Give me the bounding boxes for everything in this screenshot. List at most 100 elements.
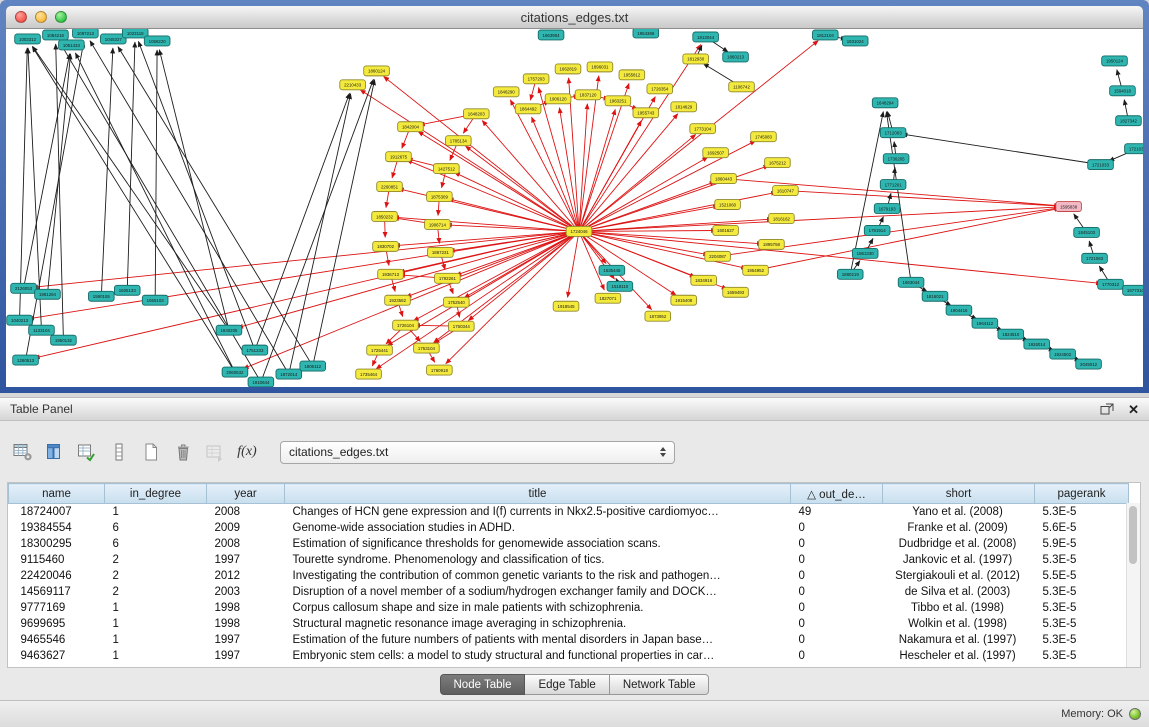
network-node[interactable]: 1760918: [427, 365, 453, 375]
table-cell[interactable]: 0: [791, 520, 883, 536]
network-node[interactable]: 2126053: [11, 283, 37, 293]
network-node[interactable]: 1760344: [449, 321, 475, 331]
network-node[interactable]: 1846290: [493, 87, 519, 97]
export-table-icon[interactable]: [74, 439, 100, 465]
network-node[interactable]: 1867231: [428, 247, 454, 257]
network-node[interactable]: 1896031: [587, 62, 613, 72]
network-node[interactable]: 2260851: [377, 182, 403, 192]
row-selection-icon[interactable]: [106, 439, 132, 465]
network-node[interactable]: 1752540: [444, 297, 470, 307]
table-cell[interactable]: 9115460: [9, 552, 105, 568]
table-cell[interactable]: 49: [791, 504, 883, 521]
network-node[interactable]: 1648294: [872, 98, 898, 108]
network-node[interactable]: 1816162: [769, 213, 795, 223]
network-node[interactable]: 1726354: [647, 84, 673, 94]
table-cell[interactable]: 2009: [207, 520, 285, 536]
table-cell[interactable]: 5.3E-5: [1035, 504, 1129, 521]
tab-network-table[interactable]: Network Table: [610, 674, 710, 695]
table-cell[interactable]: Tibbo et al. (1998): [883, 600, 1035, 616]
network-node[interactable]: 1677310: [1123, 285, 1143, 295]
tab-node-table[interactable]: Node Table: [440, 674, 526, 695]
network-node[interactable]: 1964112: [972, 318, 998, 328]
network-node[interactable]: 1824510: [998, 329, 1024, 339]
table-cell[interactable]: 5.3E-5: [1035, 552, 1129, 568]
network-node[interactable]: 2204087: [705, 251, 731, 261]
table-cell[interactable]: Stergiakouli et al. (2012): [883, 568, 1035, 584]
table-cell[interactable]: 5.3E-5: [1035, 648, 1129, 664]
table-cell[interactable]: 0: [791, 648, 883, 664]
table-cell[interactable]: 6: [105, 536, 207, 552]
network-node[interactable]: 1753104: [414, 343, 440, 353]
float-panel-icon[interactable]: [1100, 403, 1114, 415]
table-cell[interactable]: Dudbridge et al. (2008): [883, 536, 1035, 552]
column-header-out-de[interactable]: △ out_de…: [791, 484, 883, 504]
table-scrollbar[interactable]: [1126, 503, 1140, 667]
table-cell[interactable]: Estimation of significance thresholds fo…: [285, 536, 791, 552]
table-cell[interactable]: Disruption of a novel member of a sodium…: [285, 584, 791, 600]
network-node[interactable]: 1601627: [713, 225, 739, 235]
network-node[interactable]: 1950124: [1102, 56, 1128, 66]
network-node[interactable]: 1692507: [703, 148, 729, 158]
network-node[interactable]: 1850232: [372, 211, 398, 221]
table-cell[interactable]: 5.9E-5: [1035, 536, 1129, 552]
network-node[interactable]: 1906120: [545, 94, 571, 104]
table-cell[interactable]: 1: [105, 504, 207, 521]
network-node[interactable]: 1003312: [15, 34, 41, 44]
table-cell[interactable]: de Silva et al. (2003): [883, 584, 1035, 600]
network-node[interactable]: 1590155: [89, 291, 115, 301]
table-cell[interactable]: 22420046: [9, 568, 105, 584]
network-node[interactable]: 1535445: [599, 265, 625, 275]
network-node[interactable]: 2045012: [1076, 359, 1102, 369]
network-node[interactable]: 1655103: [142, 295, 168, 305]
network-node[interactable]: 1923582: [385, 295, 411, 305]
table-panel-header[interactable]: Table Panel ✕: [0, 398, 1149, 421]
network-node[interactable]: 1955812: [619, 70, 645, 80]
network-node[interactable]: 1864492: [515, 104, 541, 114]
network-node[interactable]: 1814629: [671, 102, 697, 112]
network-node[interactable]: 1736205: [883, 154, 909, 164]
table-row[interactable]: 969969511998Structural magnetic resonanc…: [9, 616, 1129, 632]
network-node[interactable]: 1910644: [248, 377, 274, 387]
network-node[interactable]: 1679193: [874, 204, 900, 214]
network-node[interactable]: 1842004: [398, 122, 424, 132]
network-node[interactable]: 1860443: [711, 174, 737, 184]
network-node[interactable]: 1792261: [435, 273, 461, 283]
network-node[interactable]: 1926014: [1024, 339, 1050, 349]
network-node[interactable]: 1773104: [690, 124, 716, 134]
network-node[interactable]: 1648203: [463, 109, 489, 119]
network-node[interactable]: 1955743: [633, 108, 659, 118]
table-cell[interactable]: 19384554: [9, 520, 105, 536]
table-row[interactable]: 2242004622012Investigating the contribut…: [9, 568, 1129, 584]
table-cell[interactable]: 5.5E-5: [1035, 568, 1129, 584]
network-node[interactable]: 1880219: [837, 269, 863, 279]
table-cell[interactable]: Nakamura et al. (1997): [883, 632, 1035, 648]
table-cell[interactable]: 6: [105, 520, 207, 536]
network-file-select[interactable]: citations_edges.txt: [280, 441, 675, 464]
network-node[interactable]: 1735464: [356, 369, 382, 379]
network-node[interactable]: 1260513: [13, 355, 39, 365]
table-cell[interactable]: 5.3E-5: [1035, 584, 1129, 600]
column-header-short[interactable]: short: [883, 484, 1035, 504]
network-node[interactable]: 1724046: [566, 226, 592, 236]
table-cell[interactable]: Investigating the contribution of common…: [285, 568, 791, 584]
table-cell[interactable]: 1: [105, 600, 207, 616]
table-cell[interactable]: 1: [105, 632, 207, 648]
network-node[interactable]: 1040213: [7, 315, 33, 325]
network-node[interactable]: 1721033: [1088, 160, 1114, 170]
table-row[interactable]: 946362711997Embryonic stem cells: a mode…: [9, 648, 1129, 664]
close-panel-icon[interactable]: ✕: [1128, 403, 1139, 416]
table-cell[interactable]: 0: [791, 632, 883, 648]
network-node[interactable]: 1872014: [276, 369, 302, 379]
table-cell[interactable]: 9465546: [9, 632, 105, 648]
network-node[interactable]: 1675212: [765, 158, 791, 168]
table-cell[interactable]: 1997: [207, 632, 285, 648]
network-node[interactable]: 1725441: [367, 345, 393, 355]
network-node[interactable]: 1812930: [683, 54, 709, 64]
network-node[interactable]: 1427512: [434, 164, 460, 174]
network-node[interactable]: 1097213: [73, 29, 99, 38]
network-node[interactable]: 1084216: [43, 30, 69, 40]
delete-columns-icon[interactable]: [170, 439, 196, 465]
table-cell[interactable]: 1997: [207, 648, 285, 664]
table-cell[interactable]: 1997: [207, 552, 285, 568]
network-node[interactable]: 1918545: [553, 301, 579, 311]
